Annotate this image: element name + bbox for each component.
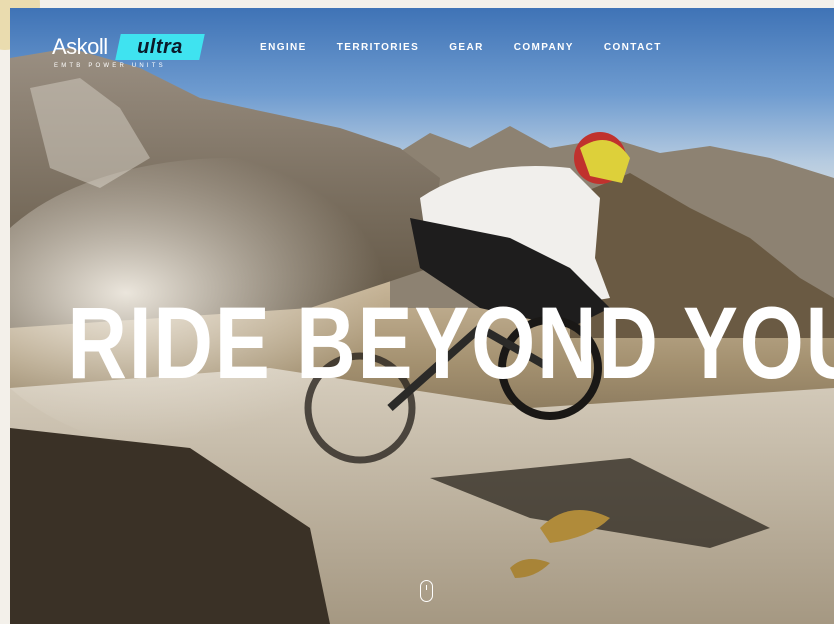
brand-badge: ultra xyxy=(115,34,205,60)
nav-item-engine[interactable]: ENGINE xyxy=(260,42,307,53)
mouse-scroll-icon[interactable] xyxy=(420,580,433,602)
nav-item-company[interactable]: COMPANY xyxy=(514,42,574,53)
main-navigation: ENGINE TERRITORIES GEAR COMPANY CONTACT xyxy=(260,42,662,53)
hero-headline: RIDE BEYOND YOUR xyxy=(67,286,834,401)
hero-section: Askoll ultra EMTB POWER UNITS ENGINE TER… xyxy=(10,8,834,624)
nav-item-gear[interactable]: GEAR xyxy=(449,42,484,53)
nav-item-territories[interactable]: TERRITORIES xyxy=(337,42,419,53)
brand-name: Askoll xyxy=(52,34,108,59)
nav-item-contact[interactable]: CONTACT xyxy=(604,42,662,53)
page: Askoll ultra EMTB POWER UNITS ENGINE TER… xyxy=(0,0,834,624)
brand-badge-text: ultra xyxy=(137,36,183,58)
brand-tagline: EMTB POWER UNITS xyxy=(54,63,166,69)
